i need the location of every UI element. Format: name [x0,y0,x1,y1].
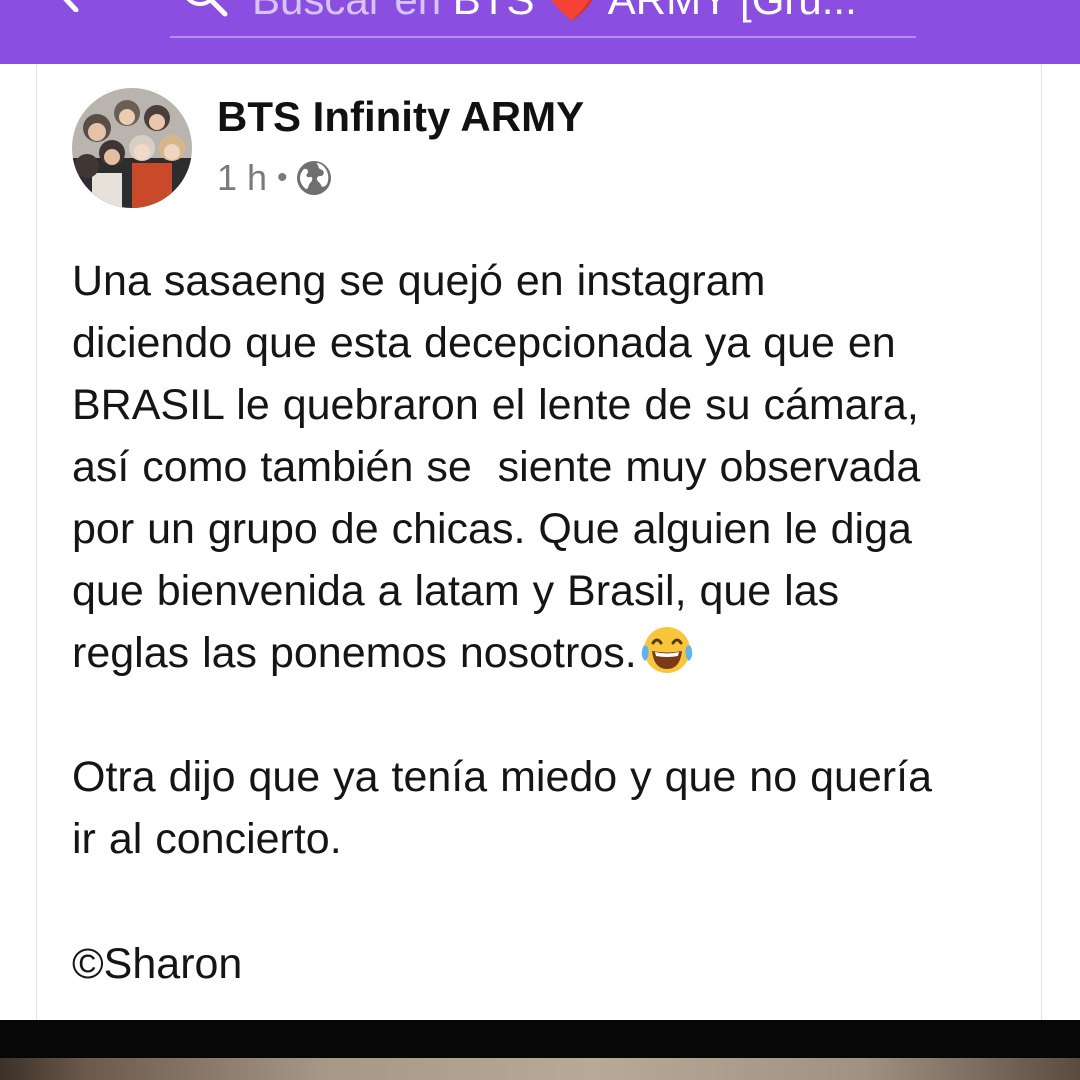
search-group-name-start: BTS [453,0,535,23]
next-post-image[interactable] [0,1058,1080,1080]
post-author[interactable]: BTS Infinity ARMY [217,92,584,142]
heart-emoji: ❤️ [546,0,598,23]
back-arrow-icon[interactable] [52,0,86,12]
post-body-continued: Otra dijo que ya tenía miedo y que no qu… [72,753,932,863]
meta-separator: • [277,161,288,194]
search-icon [186,0,228,17]
next-post-preview [0,1020,1080,1080]
search-input[interactable]: Buscar en BTS ❤️ ARMY [Gru... [252,0,857,25]
post-body: Una sasaeng se quejó en instagram dicien… [72,250,1032,870]
search-underline [170,36,916,38]
search-group-name-end: ARMY [Gru... [608,0,857,23]
post-time[interactable]: 1 h [217,157,267,199]
top-bar: Buscar en BTS ❤️ ARMY [Gru... [0,0,1080,64]
group-photo [72,88,192,208]
post-signature: ©Sharon [72,940,243,988]
avatar[interactable] [72,88,192,208]
search-placeholder-prefix: Buscar en [252,0,441,23]
post-meta: 1 h • [217,156,332,200]
post-body-main: Una sasaeng se quejó en instagram dicien… [72,257,921,677]
globe-icon [296,161,331,195]
laughing-tears-emoji-icon [641,627,692,673]
